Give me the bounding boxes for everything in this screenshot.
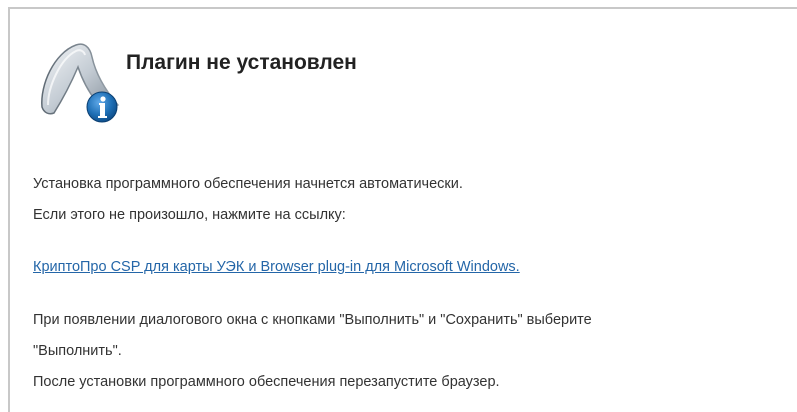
info-app-icon <box>41 43 120 123</box>
auto-install-text: Установка программного обеспечения начне… <box>33 176 463 192</box>
download-plugin-link[interactable]: КриптоПро CSP для карты УЭК и Browser pl… <box>33 259 520 275</box>
page-title: Плагин не установлен <box>126 51 357 74</box>
dialog-instruction-text: При появлении диалогового окна с кнопкам… <box>33 312 592 328</box>
dialog-instruction-cont-text: "Выполнить". <box>33 343 122 359</box>
restart-browser-text: После установки программного обеспечения… <box>33 374 500 390</box>
if-not-started-text: Если этого не произошло, нажмите на ссыл… <box>33 207 346 223</box>
